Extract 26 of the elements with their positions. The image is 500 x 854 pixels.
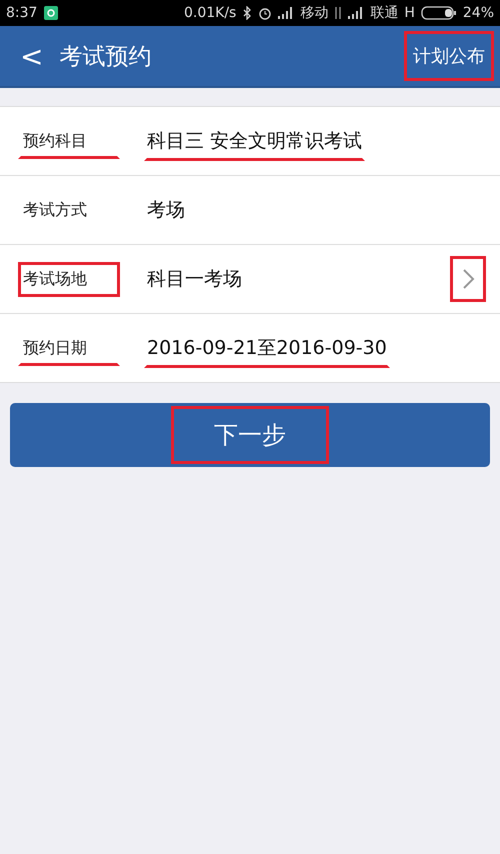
field-label: 考试方式 (22, 198, 88, 220)
signal-icon (278, 7, 294, 19)
signal-icon (348, 7, 364, 19)
battery-icon (420, 6, 457, 20)
form-row[interactable]: 考试场地 科目一考场 (0, 245, 500, 314)
field-value: 科目一考场 (146, 267, 243, 292)
field-value: 科目三 安全文明常识考试 (144, 121, 366, 161)
network-speed: 0.01K/s (184, 5, 236, 21)
app-notification-icon (43, 5, 60, 21)
battery-percent: 24% (462, 5, 494, 21)
chevron-right-icon[interactable] (450, 256, 486, 302)
field-label: 预约科目 (18, 124, 120, 158)
network-type: H (404, 5, 415, 21)
time: 8:37 (6, 5, 38, 21)
page-title: 考试预约 (59, 42, 152, 72)
plan-button[interactable]: 计划公布 (404, 31, 494, 81)
field-label: 考试场地 (18, 262, 120, 296)
carrier-name: 联通 (370, 4, 398, 22)
field-value: 2016-09-21至2016-09-30 (144, 328, 390, 368)
carrier-name: 移动 (300, 4, 328, 22)
field-label: 预约日期 (18, 330, 120, 366)
bluetooth-icon (242, 6, 252, 20)
alarm-icon (258, 6, 272, 20)
back-button[interactable]: < (12, 40, 52, 72)
next-step-button[interactable]: 下一步 (10, 403, 490, 467)
field-value: 考场 (146, 198, 186, 223)
